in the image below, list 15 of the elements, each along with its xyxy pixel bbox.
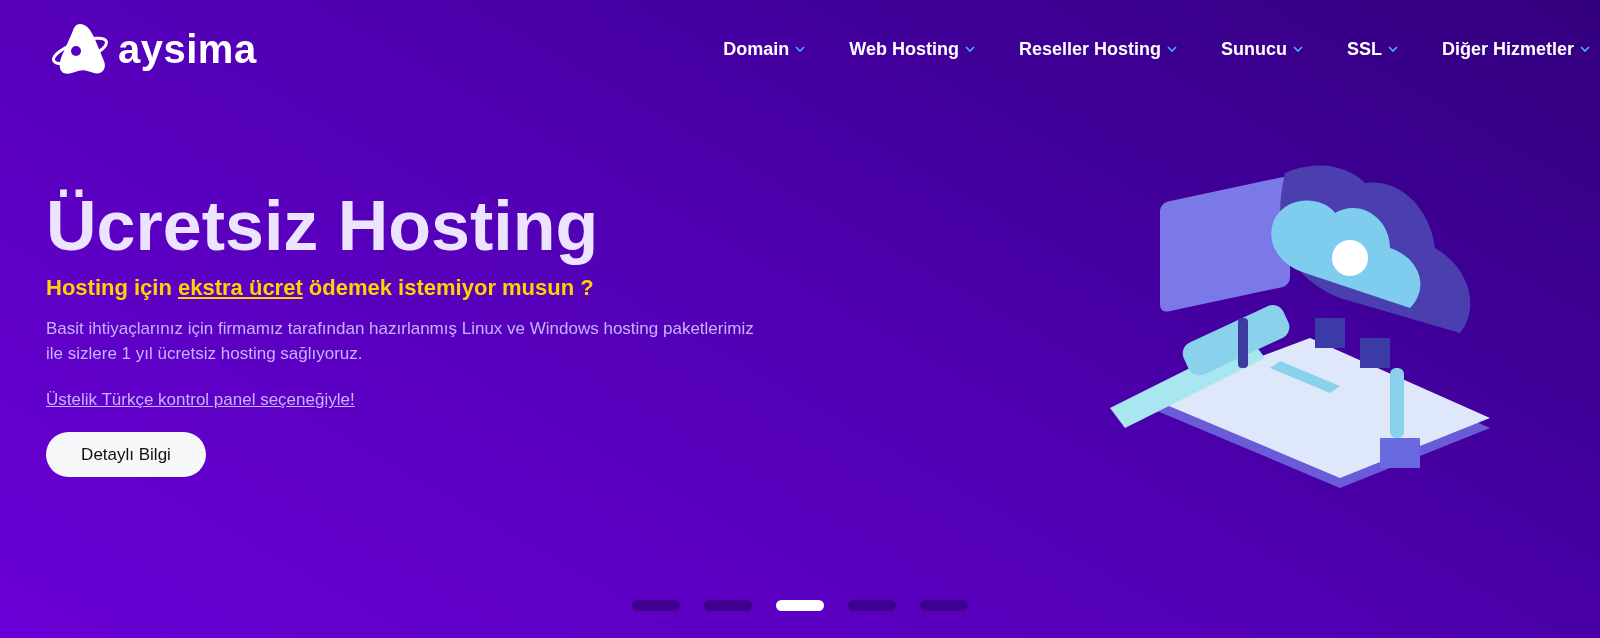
logo-icon[interactable]: [50, 21, 110, 77]
price-link[interactable]: ekstra ücret: [178, 275, 303, 300]
nav-link[interactable]: Reseller Hosting: [1018, 38, 1177, 60]
hero-title: Ücretsiz Hosting: [46, 188, 599, 265]
slide-indicator[interactable]: [776, 600, 824, 611]
hero-subtitle: Hosting için ekstra ücret ödemek istemiyor musun ?: [46, 275, 594, 301]
details-button[interactable]: Detaylı Bilgi: [46, 432, 206, 478]
nav-link[interactable]: Domain: [723, 38, 806, 60]
nav-link[interactable]: Web Hosting: [849, 38, 975, 60]
logo-text[interactable]: aysima: [118, 26, 257, 72]
nav-link[interactable]: Sunucu: [1220, 38, 1303, 60]
nav-link[interactable]: SSL: [1346, 38, 1398, 60]
nav-link[interactable]: Diğer Hizmetler: [1441, 38, 1590, 60]
control-panel-link[interactable]: Üstelik Türkçe kontrol panel seçeneğiyle!: [46, 390, 355, 411]
hero-description: Basit ihtiyaçlarınız için firmamız tarafından hazırlanmış Linux ve Windows hosting paketlerimiz ile sizlere 1 yıl ücretsiz hosting sağlıyoruz.: [46, 318, 755, 365]
